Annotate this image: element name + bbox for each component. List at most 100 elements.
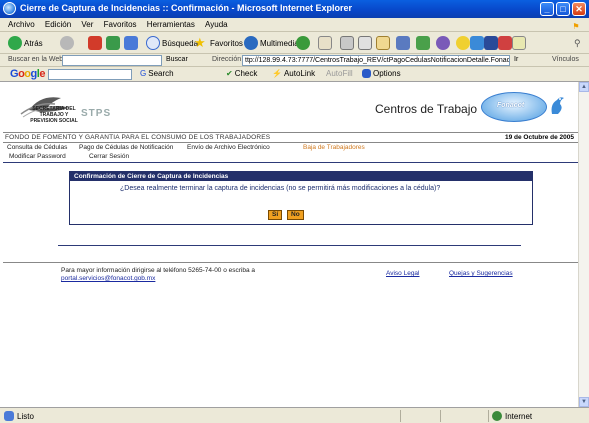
dialog-title: Confirmación de Cierre de Captura de Inc…: [70, 172, 532, 181]
contact-email-link[interactable]: portal.servicios@fonacot.gob.mx: [61, 275, 155, 282]
messenger-button[interactable]: [416, 35, 432, 51]
fonacot-logo-text: Fonacot: [497, 102, 525, 109]
autolink-label: AutoLink: [283, 69, 316, 78]
menu-favoritos[interactable]: Favoritos: [104, 20, 137, 29]
nav-row-1: Consulta de Cédulas Pago de Cédulas de N…: [3, 144, 578, 153]
search-icon: [146, 36, 160, 50]
back-arrow-icon: [8, 36, 22, 50]
window-title-bar: Cierre de Captura de Incidencias :: Conf…: [0, 0, 589, 18]
stps-acronym: STPS: [81, 108, 112, 119]
notes-icon: [512, 36, 526, 50]
page-icon: [4, 411, 14, 421]
scroll-down-icon[interactable]: ▼: [579, 397, 589, 407]
url-input[interactable]: ttp://128.99.4.73:7777/CentrosTrabajo_RE…: [242, 55, 510, 66]
refresh-button[interactable]: [106, 35, 122, 51]
mail-icon: [318, 36, 332, 50]
menu-edicion[interactable]: Edición: [45, 20, 71, 29]
nav-consulta-cedulas[interactable]: Consulta de Cédulas: [7, 144, 67, 151]
status-divider-3: [488, 410, 489, 422]
nav-baja-trabajadores[interactable]: Baja de Trabajadores: [303, 144, 365, 151]
menu-archivo[interactable]: Archivo: [8, 20, 35, 29]
google-search-button[interactable]: G Search: [140, 69, 174, 78]
maximize-button[interactable]: □: [556, 2, 570, 16]
screen-icon: [484, 36, 498, 50]
yes-button[interactable]: Sí: [268, 210, 283, 220]
addon-icon: [436, 36, 450, 50]
research-button[interactable]: [396, 35, 412, 51]
discuss-button[interactable]: [376, 35, 392, 51]
vertical-scrollbar[interactable]: ▲ ▼: [578, 82, 589, 407]
search-web-label: Buscar en la Web: [8, 56, 64, 63]
notes-button[interactable]: [512, 35, 528, 51]
chat-icon: [470, 36, 484, 50]
nav-modificar-password[interactable]: Modificar Password: [9, 153, 66, 160]
options-button[interactable]: Options: [362, 69, 401, 78]
complaints-link[interactable]: Quejas y Sugerencias: [449, 270, 513, 277]
edit-button[interactable]: [358, 35, 374, 51]
addon-button[interactable]: [436, 35, 452, 51]
status-text: Listo: [17, 411, 34, 421]
spell-check-button[interactable]: ✔ Check: [226, 69, 257, 78]
print-icon: [340, 36, 354, 50]
nav-pago-cedulas[interactable]: Pago de Cédulas de Notificación: [79, 144, 173, 151]
site-header: SECRETARIA DEL TRABAJO Y PREVISION SOCIA…: [3, 82, 578, 132]
print-button[interactable]: [340, 35, 356, 51]
star-icon: ★: [194, 35, 206, 50]
no-button[interactable]: No: [287, 210, 304, 220]
history-icon: [296, 36, 310, 50]
link-icon: ⚲: [574, 37, 581, 48]
multimedia-button[interactable]: Multimedia: [244, 35, 299, 51]
minimize-button[interactable]: _: [540, 2, 554, 16]
menu-ayuda[interactable]: Ayuda: [205, 20, 228, 29]
footer-divider: [3, 262, 578, 263]
legal-notice-link[interactable]: Aviso Legal: [386, 270, 420, 277]
photo-icon: [498, 36, 512, 50]
page-content: SECRETARIA DEL TRABAJO Y PREVISION SOCIA…: [3, 82, 578, 407]
nav-cerrar-sesion[interactable]: Cerrar Sesión: [89, 153, 129, 160]
internet-explorer-icon: [3, 2, 16, 15]
favorites-label: Favoritos: [210, 38, 243, 48]
close-button[interactable]: ✕: [572, 2, 586, 16]
toolbar-extension[interactable]: ⚲: [574, 35, 581, 51]
menu-herramientas[interactable]: Herramientas: [147, 20, 195, 29]
page-title: Centros de Trabajo: [375, 102, 478, 116]
google-search-icon: G: [140, 69, 147, 78]
nav-envio-archivo[interactable]: Envío de Archivo Electrónico: [187, 144, 270, 151]
status-ready: Listo: [4, 411, 34, 421]
status-divider-1: [400, 410, 401, 422]
menu-ver[interactable]: Ver: [81, 20, 93, 29]
favorites-button[interactable]: ★ Favoritos: [194, 35, 243, 51]
stps-name: SECRETARIA DEL TRABAJO Y PREVISION SOCIA…: [30, 106, 78, 124]
stop-button[interactable]: [88, 35, 104, 51]
autolink-icon: ⚡: [272, 69, 282, 78]
search-web-button[interactable]: Buscar: [166, 56, 188, 63]
scroll-up-icon[interactable]: ▲: [579, 82, 589, 92]
autolink-button[interactable]: ⚡ AutoLink: [272, 69, 315, 78]
back-button[interactable]: Atrás: [8, 35, 43, 51]
google-search-label: Search: [148, 69, 174, 78]
mail-button[interactable]: [318, 35, 334, 51]
autofill-button[interactable]: AutoFill: [326, 69, 353, 78]
discuss-icon: [376, 36, 390, 50]
history-button[interactable]: [296, 35, 312, 51]
options-label: Options: [373, 69, 401, 78]
home-button[interactable]: [124, 35, 140, 51]
organization-bar: FONDO DE FOMENTO Y GARANTIA PARA EL CONS…: [3, 132, 578, 143]
address-bar: Buscar en la Web Buscar Dirección ttp://…: [0, 54, 589, 67]
links-label[interactable]: Vínculos: [552, 56, 579, 63]
window-title: Cierre de Captura de Incidencias :: Conf…: [20, 3, 353, 13]
search-button[interactable]: Búsqueda: [146, 35, 198, 51]
nav-divider: [3, 162, 578, 163]
standard-toolbar: Atrás Búsqueda ★ Favoritos Multimedia ⚲: [0, 32, 589, 54]
search-label: Búsqueda: [162, 38, 199, 48]
globe-icon: [492, 411, 502, 421]
check-label: Check: [234, 69, 258, 78]
web-search-input[interactable]: [62, 55, 162, 66]
refresh-icon: [106, 36, 120, 50]
go-button[interactable]: Ir: [514, 56, 518, 63]
menu-bar: Archivo Edición Ver Favoritos Herramient…: [0, 18, 589, 32]
google-search-input[interactable]: [48, 69, 132, 80]
forward-button[interactable]: [60, 35, 76, 51]
options-icon: [362, 69, 371, 78]
back-label: Atrás: [24, 38, 43, 48]
